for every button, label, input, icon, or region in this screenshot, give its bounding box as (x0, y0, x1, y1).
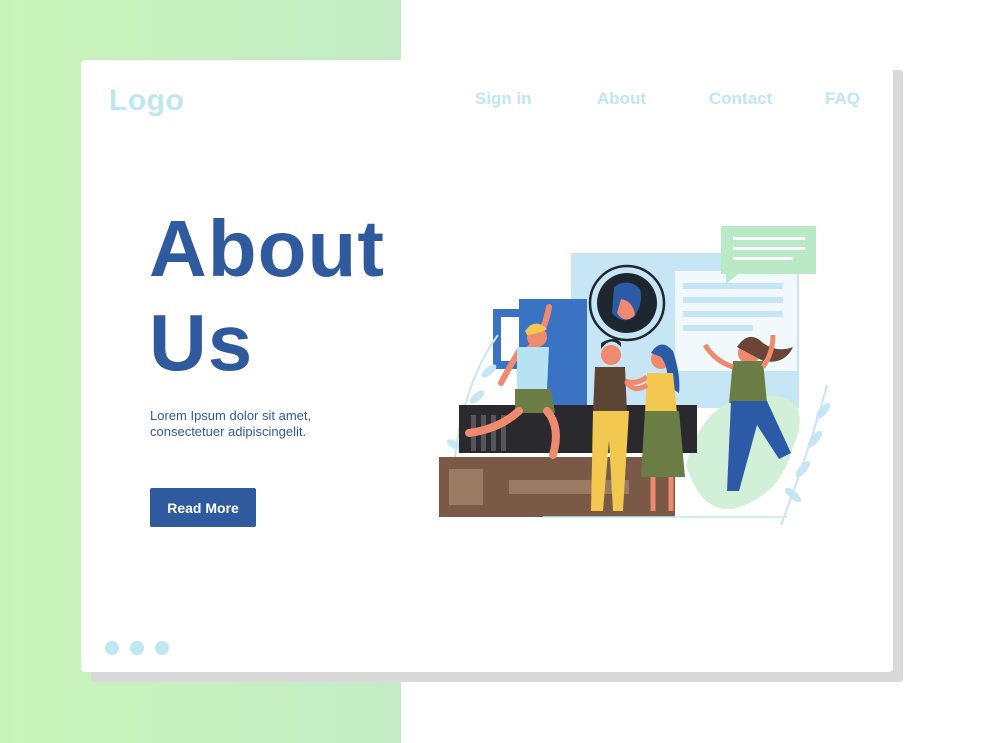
pagination-dot-2[interactable] (130, 641, 144, 655)
pagination-dot-3[interactable] (155, 641, 169, 655)
nav-sign-in[interactable]: Sign in (475, 89, 532, 109)
read-more-button[interactable]: Read More (150, 488, 256, 527)
nav-faq[interactable]: FAQ (825, 89, 860, 109)
pagination-dot-1[interactable] (105, 641, 119, 655)
hero-body-text: Lorem Ipsum dolor sit amet, consectetuer… (150, 408, 312, 439)
hero-title: About Us (149, 204, 386, 387)
team-celebration-illustration (439, 226, 831, 526)
landing-page-card: Logo Sign in About Contact FAQ About Us … (81, 60, 893, 672)
nav-contact[interactable]: Contact (709, 89, 772, 109)
logo[interactable]: Logo (109, 84, 184, 118)
nav-about[interactable]: About (597, 89, 646, 109)
pagination-dots (105, 641, 169, 655)
